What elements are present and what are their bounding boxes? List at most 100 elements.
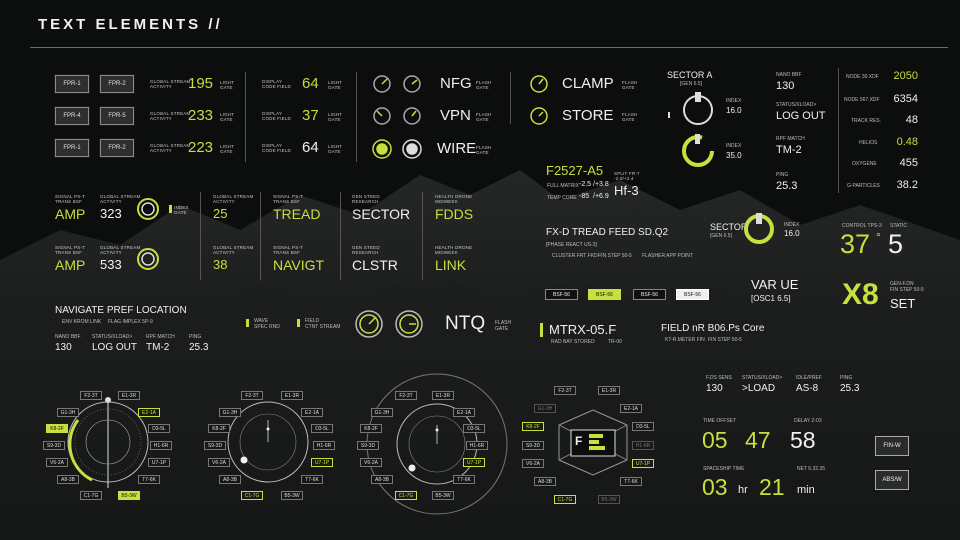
row-label: GLOBAL STREAM ACTIVITY (150, 79, 191, 89)
dial-chip[interactable]: U7-1P (632, 459, 654, 468)
dial-chip[interactable]: D3-5L (311, 424, 333, 433)
dial-chip[interactable]: E2-1A (453, 408, 475, 417)
dial-chip[interactable]: U7-1P (463, 458, 485, 467)
dial-chip[interactable]: G1-3H (371, 408, 393, 417)
dial-chip[interactable]: F2-3T (241, 391, 263, 400)
dial-chip[interactable]: G1-3H (219, 408, 241, 417)
dial-chip[interactable]: E2-1A (301, 408, 323, 417)
dial-chip[interactable]: K8-2F (46, 424, 68, 433)
dial-chip[interactable]: S9-3D (43, 441, 65, 450)
dial-chip[interactable]: V6-2A (208, 458, 230, 467)
index-label: INDEX (726, 143, 742, 149)
knob-icon-pair[interactable] (352, 307, 432, 341)
dial-chip[interactable]: F2-3T (80, 391, 102, 400)
dial-chip[interactable]: A8-3B (534, 477, 556, 486)
chip[interactable]: BSF-56 (633, 289, 666, 300)
stream-value: 223 (188, 139, 214, 156)
fin-w-button[interactable]: FIN-W (875, 436, 909, 456)
dial-chip[interactable]: U7-1P (311, 458, 333, 467)
dial-chip[interactable]: B5-3W (118, 491, 140, 500)
dial-chip[interactable]: C1-7G (554, 495, 576, 504)
dial-chip[interactable]: G1-3H (57, 408, 79, 417)
dial-chip[interactable]: D3-5L (463, 424, 485, 433)
dial-chip[interactable]: K8-2F (208, 424, 230, 433)
field-label: FIELD CTNT STREAM (305, 318, 341, 330)
dial-chip[interactable]: E1-3R (118, 391, 140, 400)
dial-chip[interactable]: C1-7G (241, 491, 263, 500)
dial-chip[interactable]: E1-3R (432, 391, 454, 400)
fpr-button[interactable]: FPR-2 (100, 139, 134, 157)
fxd-sub: [PHASE REACT US-3] (546, 242, 597, 248)
dial-chip[interactable]: B5-3W (432, 491, 454, 500)
nano-label: NANO BBF (55, 334, 81, 340)
navigate-option: ENV KROM LINK (62, 319, 102, 325)
chip[interactable]: BSF-56 (545, 289, 578, 300)
x8-gen: GEN-F.DN FIN STEP 50-5 (890, 281, 924, 293)
field-title: FIELD nR B06.Ps Core (661, 323, 765, 334)
dial-chip[interactable]: K8-2F (360, 424, 382, 433)
mtrx-title: MTRX-05.F (549, 322, 617, 337)
nano-value: 130 (55, 342, 72, 353)
dial-chip[interactable]: T7-6K (301, 475, 323, 484)
dial-chip[interactable]: H1-6R (313, 441, 335, 450)
var-title: VAR UE (751, 277, 799, 292)
abs-w-button[interactable]: ABS/W (875, 470, 909, 490)
node-value: 38.2 (896, 179, 918, 191)
dial-chip[interactable]: V6-2A (522, 459, 544, 468)
fpr-button[interactable]: FPR-1 (55, 75, 89, 93)
fxd-option: FLASHER APP POINT (642, 253, 693, 259)
dial-chip[interactable]: H1-6R (150, 441, 172, 450)
gen-label: GEN STEED RESEARCH (352, 245, 380, 255)
mtrx-sub: RAD BAY STORED (551, 339, 595, 345)
dial-chip[interactable]: D3-5L (632, 422, 654, 431)
split-label: SPLIT FR-7 -2.0/+2.4 (614, 171, 640, 181)
dial-chip[interactable]: E1-3R (281, 391, 303, 400)
dial-chip[interactable]: H1-6R (632, 441, 654, 450)
dial-chip[interactable]: V6-2A (46, 458, 68, 467)
amp-value: AMP (55, 206, 86, 222)
clamp-label: CLAMP (562, 75, 614, 92)
dial-chip[interactable]: D3-5L (148, 424, 170, 433)
fpr-button[interactable]: FPR-1 (55, 139, 89, 157)
dial-chip[interactable]: B5-3W (281, 491, 303, 500)
dial-chip[interactable]: F2-3T (554, 386, 576, 395)
fpr-button[interactable]: FPR-2 (100, 75, 134, 93)
dial-chip[interactable]: C1-7G (395, 491, 417, 500)
dial-chip[interactable]: T7-6K (453, 475, 475, 484)
dial-chip[interactable]: T7-6K (138, 475, 160, 484)
idle-value: AS-8 (796, 383, 819, 394)
knob-word: WIRE (437, 140, 477, 157)
dial-chip[interactable]: S9-3D (357, 441, 379, 450)
dial-chip[interactable]: T7-6K (620, 477, 642, 486)
ping-label: PING (840, 375, 853, 381)
knob-icon-group[interactable] (372, 70, 434, 162)
dial-chip[interactable]: E2-1A (620, 404, 642, 413)
dial-chip[interactable]: V6-2A (360, 458, 382, 467)
dial-chip[interactable]: H1-6R (466, 441, 488, 450)
chip[interactable]: BSF-56 (676, 289, 709, 300)
activity-value: 25 (213, 206, 228, 221)
dial-chip[interactable]: A8-3B (371, 475, 393, 484)
dial-chip[interactable]: U7-1P (148, 458, 170, 467)
header-divider (30, 47, 948, 48)
dial-chip[interactable]: A8-3B (219, 475, 241, 484)
ping-label: PING (776, 172, 789, 178)
dial-chip[interactable]: A8-3B (57, 475, 79, 484)
fpr-button[interactable]: FPR-5 (100, 107, 134, 125)
dial-chip[interactable]: F2-3T (395, 391, 417, 400)
dial-chip[interactable]: S9-3D (204, 441, 226, 450)
dial-chip[interactable]: C1-7G (80, 491, 102, 500)
dial-chip[interactable]: G1-3H (534, 404, 556, 413)
fpr-button[interactable]: FPR-4 (55, 107, 89, 125)
dial-chip[interactable]: B5-3W (598, 495, 620, 504)
store-label: STORE (562, 107, 614, 124)
core-b: /+6.9 (593, 193, 609, 200)
fxd-option: CLUSTER FRT FKD (552, 253, 598, 259)
dial-chip[interactable]: K8-2F (522, 422, 544, 431)
chip-active[interactable]: BSF-56 (588, 289, 621, 300)
dial-chip[interactable]: E2-1A (138, 408, 160, 417)
page-title: TEXT ELEMENTS // (38, 16, 223, 33)
dial-chip[interactable]: S9-3D (522, 441, 544, 450)
dial-chip[interactable]: E1-3R (598, 386, 620, 395)
ping-value: 25.3 (776, 180, 798, 192)
